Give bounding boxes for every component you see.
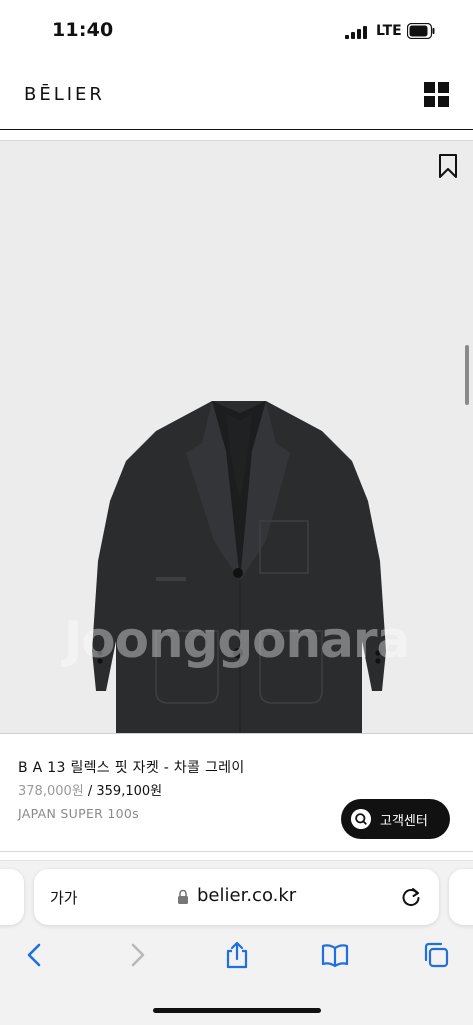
battery-icon (407, 23, 435, 39)
price-original: 378,000원 (18, 784, 84, 799)
previous-tab[interactable] (0, 869, 24, 925)
header-divider (0, 129, 473, 130)
signal-icon (345, 26, 371, 39)
site-header: BĒLIER (0, 62, 473, 130)
text-size-button[interactable]: 가가 (50, 887, 78, 908)
next-tab[interactable] (449, 869, 473, 925)
forward-icon[interactable] (122, 940, 152, 970)
price-separator: / (83, 784, 97, 799)
brand-logo[interactable]: BĒLIER (24, 84, 105, 105)
scrollbar[interactable] (465, 345, 469, 405)
product-image[interactable]: Joonggonara (0, 141, 473, 734)
search-icon (351, 809, 371, 829)
product-name[interactable]: B A 13 릴렉스 핏 자켓 - 차콜 그레이 (18, 757, 245, 777)
jacket-image (92, 401, 386, 733)
lock-icon (178, 889, 188, 904)
bookmarks-icon[interactable] (320, 940, 350, 970)
watermark: Joonggonara (63, 611, 411, 669)
menu-grid-icon[interactable] (424, 82, 450, 108)
home-indicator[interactable] (153, 1008, 321, 1013)
tabs-icon[interactable] (421, 940, 451, 970)
customer-service-label: 고객센터 (380, 814, 428, 829)
product-material: JAPAN SUPER 100s (18, 806, 139, 821)
price-sale: 359,100원 (96, 784, 163, 799)
url-text[interactable]: belier.co.kr (197, 885, 296, 906)
status-bar: 11:40 LTE (0, 0, 473, 62)
status-time: 11:40 (52, 19, 114, 41)
reload-icon[interactable] (400, 886, 422, 908)
bookmark-icon[interactable] (438, 153, 458, 179)
customer-service-button[interactable]: 고객센터 (341, 799, 450, 839)
back-icon[interactable] (20, 940, 50, 970)
network-label: LTE (376, 23, 402, 39)
share-icon[interactable] (222, 940, 252, 970)
price-row: 378,000원 / 359,100원 (18, 780, 162, 799)
